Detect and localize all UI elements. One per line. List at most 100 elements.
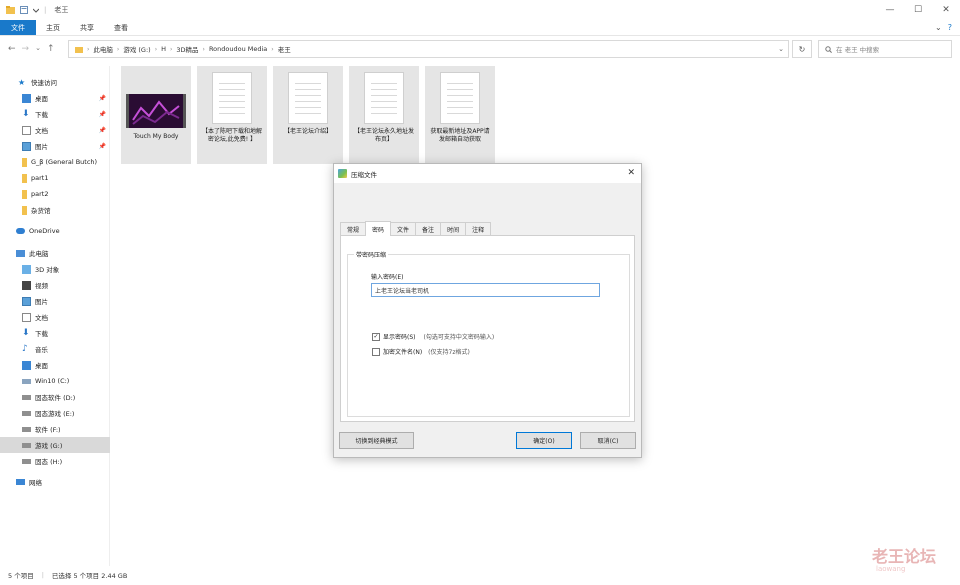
address-dropdown-icon[interactable]: ⌄ <box>778 45 784 53</box>
archiver-app-icon <box>338 169 347 178</box>
properties-icon[interactable] <box>20 6 28 14</box>
sidebar-item-misc[interactable]: 杂货馆 <box>0 202 110 218</box>
sidebar-item-documents[interactable]: 文档 📌 <box>0 122 110 138</box>
tab-view[interactable]: 查看 <box>104 20 138 35</box>
sidebar-item-downloads-pc[interactable]: ⬇ 下载 <box>0 325 110 341</box>
forward-button[interactable]: → <box>22 44 30 54</box>
breadcrumb-h[interactable]: H <box>161 45 166 53</box>
cancel-button[interactable]: 取消(C) <box>580 432 636 449</box>
sidebar-item-drive-f[interactable]: 软件 (F:) <box>0 421 110 437</box>
drive-icon <box>22 426 31 432</box>
text-file-icon <box>288 72 328 124</box>
recent-locations-button[interactable]: ⌄ <box>35 44 41 54</box>
ribbon-expand-icon[interactable]: ⌄ <box>935 23 942 32</box>
file-name: 【老王论坛介绍】 <box>283 128 332 135</box>
sidebar-item-drive-e[interactable]: 固态游戏 (E:) <box>0 405 110 421</box>
minimize-button[interactable]: — <box>876 0 904 20</box>
up-button[interactable]: ↑ <box>47 44 55 54</box>
sidebar-item-quick-access[interactable]: ★ 快速访问 <box>0 74 110 90</box>
item-count: 5 个项目 <box>8 572 34 580</box>
sidebar-item-part1[interactable]: part1 <box>0 170 110 186</box>
tab-comment[interactable]: 注释 <box>465 222 492 236</box>
file-name: 【老王论坛永久地址发布页】 <box>353 128 414 143</box>
navigation-bar: ← → ⌄ ↑ › 此电脑 › 游戏 (G:) › H › 3D精品 › Ron… <box>0 38 960 60</box>
file-item[interactable]: 【老王论坛永久地址发布页】 <box>349 66 419 164</box>
file-item[interactable]: 【本了陈吧下载和地解密论坛,此免费! 】 <box>197 66 267 164</box>
window-title: 老王 <box>54 6 69 14</box>
breadcrumb-3d[interactable]: 3D精品 <box>176 44 198 54</box>
sidebar-item-part2[interactable]: part2 <box>0 186 110 202</box>
sidebar-item-videos[interactable]: 视频 <box>0 277 110 293</box>
title-bar: | 老王 — ☐ ✕ <box>0 0 960 20</box>
file-item[interactable]: 获取最新地址及APP请发邮箱自动获取 <box>425 66 495 164</box>
encrypt-filename-checkbox[interactable]: 加密文件名(N) (仅支持7z格式) <box>372 347 470 356</box>
folder-icon <box>75 46 83 53</box>
close-button[interactable]: ✕ <box>932 0 960 20</box>
dialog-title-bar: 压缩文件 ✕ <box>334 164 641 183</box>
document-icon <box>22 125 31 135</box>
switch-classic-mode-button[interactable]: 切换到经典模式 <box>339 432 414 449</box>
breadcrumb-rondoudou[interactable]: Rondoudou Media <box>209 45 267 53</box>
picture-icon <box>22 296 31 306</box>
file-item[interactable]: Touch My Body <box>121 66 191 164</box>
sidebar-item-desktop-pc[interactable]: 桌面 <box>0 357 110 373</box>
text-file-icon <box>364 72 404 124</box>
password-panel: 带密码压缩 输入密码(E) ✓ 显示密码(S) (勾选可支持中文密码输入) 加密… <box>340 235 635 422</box>
sidebar-item-music[interactable]: ♪ 音乐 <box>0 341 110 357</box>
file-item[interactable]: 【老王论坛介绍】 <box>273 66 343 164</box>
folder-icon <box>22 157 27 167</box>
tab-backup[interactable]: 备注 <box>415 222 442 236</box>
tab-share[interactable]: 共享 <box>70 20 104 35</box>
search-placeholder: 在 老王 中搜索 <box>836 46 880 54</box>
dialog-close-button[interactable]: ✕ <box>627 168 635 178</box>
address-bar[interactable]: › 此电脑 › 游戏 (G:) › H › 3D精品 › Rondoudou M… <box>68 40 789 58</box>
sidebar-item-3d-objects[interactable]: 3D 对象 <box>0 261 110 277</box>
tab-files[interactable]: 文件 <box>390 222 417 236</box>
tab-file[interactable]: 文件 <box>0 20 36 35</box>
network-icon <box>16 479 25 485</box>
sidebar-item-drive-h[interactable]: 固态 (H:) <box>0 453 110 469</box>
sidebar-item-documents-pc[interactable]: 文档 <box>0 309 110 325</box>
back-button[interactable]: ← <box>8 44 16 54</box>
video-thumbnail <box>126 94 186 128</box>
password-input[interactable] <box>371 283 600 297</box>
sidebar-item-this-pc[interactable]: 此电脑 <box>0 245 110 261</box>
chevron-down-icon[interactable] <box>33 7 39 13</box>
watermark-sub: laowang <box>876 565 906 573</box>
sidebar-item-drive-c[interactable]: Win10 (C:) <box>0 373 110 389</box>
checkbox-unchecked-icon[interactable] <box>372 347 380 356</box>
pin-icon: 📌 <box>98 94 106 102</box>
sidebar-item-pictures[interactable]: 图片 📌 <box>0 138 110 154</box>
desktop-icon <box>22 93 31 103</box>
sidebar-item-drive-g[interactable]: 游戏 (G:) <box>0 437 110 453</box>
sidebar-item-network[interactable]: 网络 <box>0 474 110 490</box>
tab-time[interactable]: 时间 <box>440 222 467 236</box>
breadcrumb-separator: › <box>154 45 158 53</box>
sidebar-item-pictures-pc[interactable]: 图片 <box>0 293 110 309</box>
tab-home[interactable]: 主页 <box>36 20 70 35</box>
help-icon[interactable]: ? <box>948 23 952 32</box>
file-name: 【本了陈吧下载和地解密论坛,此免费! 】 <box>201 128 262 143</box>
drive-icon <box>22 410 31 416</box>
sidebar-item-desktop[interactable]: 桌面 📌 <box>0 90 110 106</box>
tab-general[interactable]: 常规 <box>340 222 367 236</box>
sidebar-item-drive-d[interactable]: 固态软件 (D:) <box>0 389 110 405</box>
search-box[interactable]: 在 老王 中搜索 <box>818 40 952 58</box>
breadcrumb-separator: › <box>87 45 90 53</box>
ok-button[interactable]: 确定(O) <box>516 432 572 449</box>
refresh-button[interactable]: ↻ <box>792 40 812 58</box>
show-password-hint: (勾选可支持中文密码输入) <box>423 334 495 341</box>
show-password-checkbox[interactable]: ✓ 显示密码(S) (勾选可支持中文密码输入) <box>372 332 494 341</box>
breadcrumb-current[interactable]: 老王 <box>278 44 291 54</box>
toolbar-separator: | <box>44 6 47 14</box>
navigation-pane: ★ 快速访问 桌面 📌 ⬇ 下载 📌 文档 📌 图片 📌 G_β (General Butc… <box>0 66 110 566</box>
tab-password[interactable]: 密码 <box>365 221 392 236</box>
sidebar-item-onedrive[interactable]: OneDrive <box>0 223 110 239</box>
maximize-button[interactable]: ☐ <box>904 0 932 20</box>
sidebar-item-general-butch[interactable]: G_β (General Butch) <box>0 154 110 170</box>
breadcrumb-drive-g[interactable]: 游戏 (G:) <box>123 44 150 54</box>
breadcrumb-this-pc[interactable]: 此电脑 <box>93 44 113 54</box>
checkbox-checked-icon[interactable]: ✓ <box>372 332 380 341</box>
folder-icon[interactable] <box>6 6 15 14</box>
sidebar-item-downloads[interactable]: ⬇ 下载 📌 <box>0 106 110 122</box>
